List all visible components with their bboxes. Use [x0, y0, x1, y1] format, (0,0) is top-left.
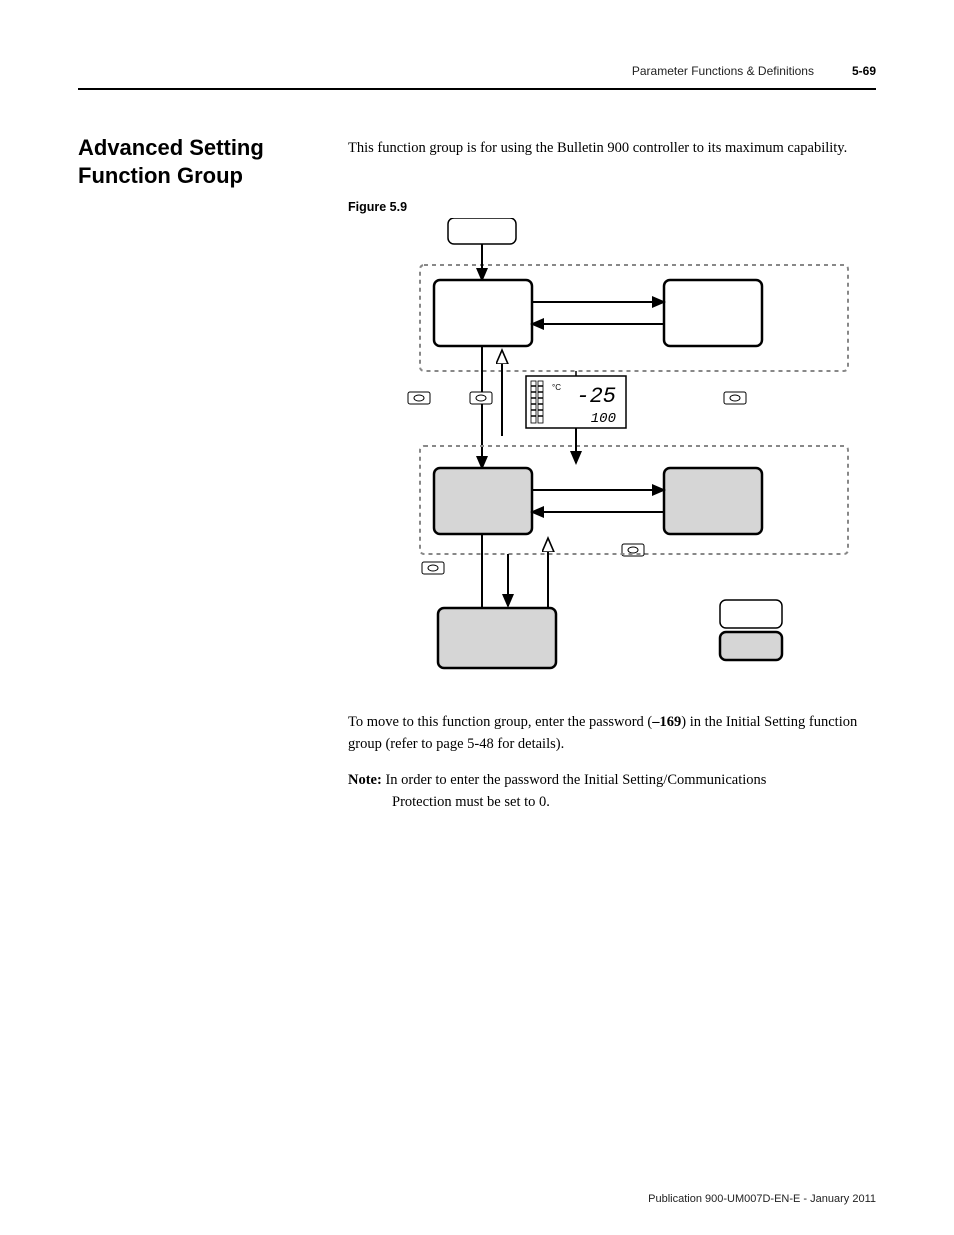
section-heading: Advanced Setting Function Group [78, 134, 328, 189]
body2-bold: –169 [652, 714, 681, 730]
svg-text:100: 100 [591, 411, 616, 427]
svg-text:°C: °C [552, 383, 561, 392]
figure-5-9: -25 100 °C [348, 218, 868, 696]
note-label: Note: [348, 772, 382, 788]
key-icon [408, 392, 430, 404]
publication-footer: Publication 900-UM007D-EN-E - January 20… [648, 1193, 876, 1205]
intro-paragraph: This function group is for using the Bul… [348, 138, 876, 160]
note-line2: Protection must be set to 0. [348, 792, 876, 814]
key-icon [470, 392, 492, 404]
figure-label: Figure 5.9 [348, 200, 407, 214]
note-block: Note: In order to enter the password the… [348, 770, 876, 814]
controller-display: -25 100 °C [526, 371, 626, 428]
page-number: 5-69 [852, 64, 876, 78]
chapter-title: Parameter Functions & Definitions [632, 64, 814, 78]
note-line1: In order to enter the password the Initi… [382, 772, 767, 788]
key-icon [622, 544, 644, 556]
header-rule [78, 88, 876, 90]
body2-prefix: To move to this function group, enter th… [348, 714, 652, 730]
page-header: Parameter Functions & Definitions 5-69 [78, 64, 876, 78]
svg-text:-25: -25 [576, 384, 616, 409]
key-icon [422, 562, 444, 574]
key-icon [724, 392, 746, 404]
move-to-group-paragraph: To move to this function group, enter th… [348, 712, 876, 756]
